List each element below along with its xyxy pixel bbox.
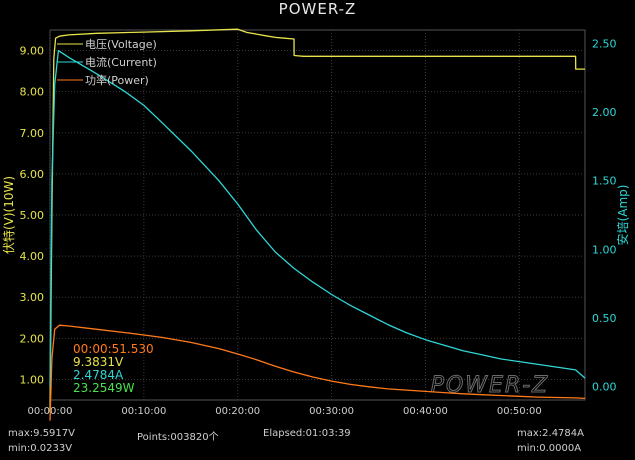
left-axis-label: 伏特(V)(10W) — [1, 176, 16, 254]
right-tick-label: 2.50 — [592, 38, 617, 51]
legend-power: 功率(Power) — [85, 73, 149, 87]
readout-time: 00:00:51.530 — [73, 342, 154, 356]
footer-max-voltage: max:9.5917V — [8, 428, 75, 439]
cursor-readout: 00:00:51.530 9.3831V 2.4784A 23.2549W — [73, 342, 154, 395]
legend-current: 电流(Current) — [85, 55, 157, 69]
right-tick-label: 0.50 — [592, 312, 617, 325]
series-lines — [49, 28, 586, 421]
right-tick-label: 1.00 — [592, 243, 617, 256]
footer-max-current: max:2.4784A — [517, 428, 584, 439]
watermark-logo: POWER-Z — [431, 373, 550, 398]
left-tick-label: 2.00 — [20, 332, 45, 345]
footer-min-current: min:0.0000A — [517, 443, 582, 454]
left-tick-label: 3.00 — [20, 291, 45, 304]
right-tick-label: 1.50 — [592, 175, 617, 188]
left-tick-label: 8.00 — [20, 86, 45, 99]
legend: 电压(Voltage) 电流(Current) 功率(Power) — [57, 38, 157, 87]
series-current-line — [49, 49, 586, 387]
left-tick-label: 6.00 — [20, 168, 45, 181]
footer-min-voltage: min:0.0233V — [8, 443, 73, 454]
footer-points: Points:003820个 — [137, 432, 219, 443]
left-tick-label: 5.00 — [20, 209, 45, 222]
power-chart[interactable]: 00:00:00 00:10:00 00:20:00 00:30:00 00:40:00… — [0, 0, 635, 460]
footer-elapsed: Elapsed:01:03:39 — [263, 428, 351, 439]
readout-power: 23.2549W — [73, 381, 135, 395]
right-axis-label: 安培(Amp) — [615, 185, 630, 246]
left-tick-label: 7.00 — [20, 127, 45, 140]
x-tick-label: 00:50:00 — [497, 406, 542, 417]
left-axis-ticks: 1.00 2.00 3.00 4.00 5.00 6.00 7.00 8.00 9.00 — [20, 45, 45, 387]
right-tick-label: 2.00 — [592, 106, 617, 119]
x-axis-ticks: 00:00:00 00:10:00 00:20:00 00:30:00 00:40:00… — [28, 406, 542, 417]
x-tick-label: 00:10:00 — [121, 406, 166, 417]
x-tick-label: 00:40:00 — [403, 406, 448, 417]
x-tick-label: 00:20:00 — [215, 406, 260, 417]
readout-voltage: 9.3831V — [73, 355, 124, 369]
left-tick-label: 9.00 — [20, 45, 45, 58]
legend-voltage: 电压(Voltage) — [85, 38, 157, 51]
x-tick-label: 00:30:00 — [309, 406, 354, 417]
right-axis-ticks: 0.00 0.50 1.00 1.50 2.00 2.50 — [592, 38, 617, 394]
left-tick-label: 1.00 — [20, 373, 45, 386]
left-tick-label: 4.00 — [20, 250, 45, 263]
readout-current: 2.4784A — [73, 368, 124, 382]
right-tick-label: 0.00 — [592, 380, 617, 393]
